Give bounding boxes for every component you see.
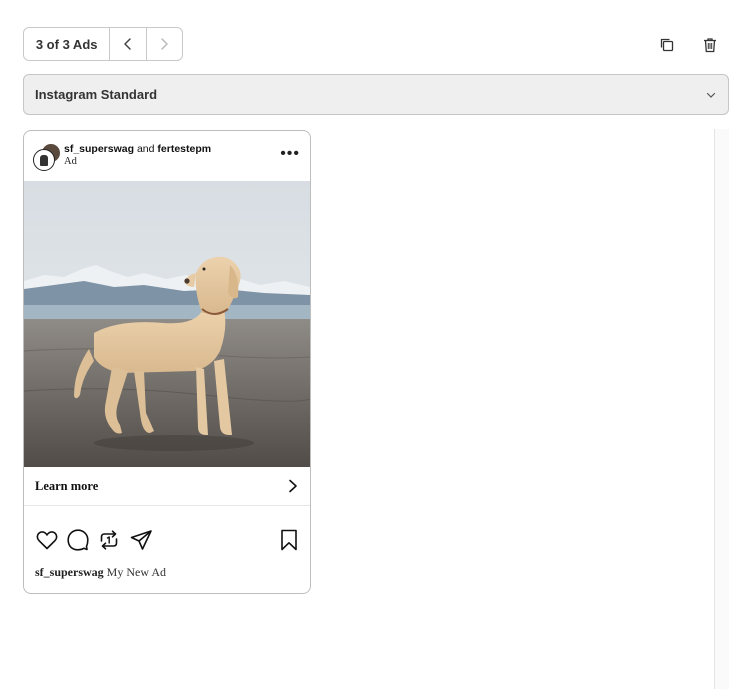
- more-horizontal-icon[interactable]: •••: [280, 146, 300, 162]
- account-name-primary: sf_superswag: [64, 143, 135, 155]
- heart-icon[interactable]: [35, 528, 59, 552]
- account-avatars: [33, 143, 61, 171]
- instagram-ad-preview: sf_superswag and fertestepm Ad ••• Learn…: [23, 130, 311, 594]
- share-icon[interactable]: [129, 528, 153, 552]
- chevron-left-icon: [124, 38, 131, 50]
- account-name-joiner: and: [136, 143, 155, 155]
- ad-header: sf_superswag and fertestepm Ad •••: [24, 131, 310, 181]
- bookmark-icon[interactable]: [277, 528, 301, 552]
- copy-icon: [660, 38, 674, 52]
- avatar: [33, 149, 55, 171]
- chevron-right-icon: [289, 479, 297, 493]
- trash-icon: [704, 38, 716, 53]
- next-ad-button[interactable]: [145, 28, 182, 60]
- caption-text: My New Ad: [106, 565, 167, 579]
- ad-caption: sf_superswag My New Ad: [35, 565, 166, 580]
- ad-image: [24, 181, 310, 467]
- comment-icon[interactable]: [66, 528, 90, 552]
- delete-ad-button[interactable]: [699, 34, 721, 56]
- duplicate-ad-button[interactable]: [656, 34, 678, 56]
- ad-counter: 3 of 3 Ads: [24, 28, 111, 60]
- account-name-secondary: fertestepm: [157, 143, 212, 155]
- chevron-right-icon: [161, 38, 169, 50]
- sponsored-label: Ad: [64, 156, 77, 167]
- cta-label: Learn more: [35, 478, 99, 493]
- placement-select[interactable]: Instagram Standard: [23, 74, 729, 115]
- dog-photo: [24, 181, 310, 467]
- ad-action-bar: [35, 528, 301, 552]
- preview-scrollbar[interactable]: [714, 129, 729, 689]
- chevron-down-icon: [706, 92, 716, 98]
- placement-selected-value: Instagram Standard: [35, 87, 158, 102]
- ad-pager: 3 of 3 Ads: [23, 27, 183, 61]
- repost-icon[interactable]: [97, 528, 121, 552]
- previous-ad-button[interactable]: [110, 28, 145, 60]
- account-names: sf_superswag and fertestepm: [64, 143, 211, 156]
- ad-preview-area: sf_superswag and fertestepm Ad ••• Learn…: [23, 129, 729, 689]
- learn-more-button[interactable]: Learn more: [24, 467, 310, 506]
- caption-account: sf_superswag: [35, 565, 104, 579]
